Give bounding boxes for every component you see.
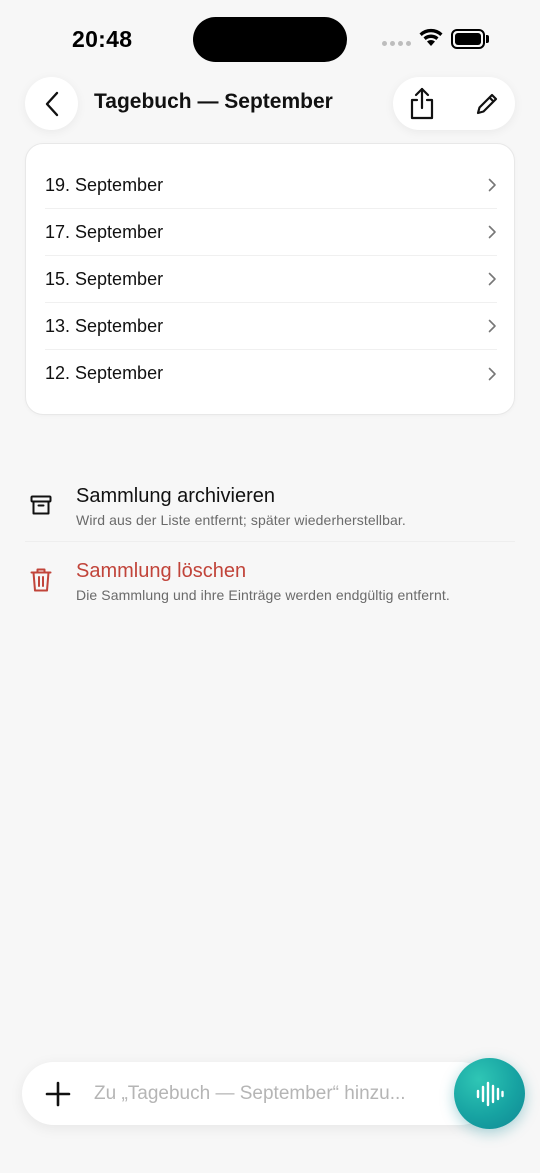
archive-title: Sammlung archivieren — [76, 485, 275, 507]
archive-collection-button[interactable]: Sammlung archivieren Wird aus der Liste … — [25, 480, 515, 542]
dynamic-island — [193, 17, 347, 62]
entry-label: 19. September — [45, 174, 164, 195]
chevron-left-icon — [45, 91, 58, 116]
pencil-icon — [476, 93, 498, 115]
status-time: 20:48 — [72, 26, 133, 52]
chevron-right-icon — [485, 178, 497, 192]
composer-bar — [22, 1062, 492, 1125]
status-bar: 20:48 — [0, 0, 540, 80]
plus-icon — [45, 1081, 71, 1107]
archive-description: Wird aus der Liste entfernt; später wied… — [76, 512, 406, 528]
delete-description: Die Sammlung und ihre Einträge werden en… — [76, 587, 450, 603]
delete-title: Sammlung löschen — [76, 560, 247, 582]
share-button[interactable] — [407, 86, 437, 121]
archive-box-icon — [29, 492, 53, 518]
back-button[interactable] — [25, 77, 78, 130]
chevron-right-icon — [485, 367, 497, 381]
chevron-right-icon — [485, 225, 497, 239]
list-item[interactable]: 17. September — [45, 209, 497, 256]
entry-label: 13. September — [45, 315, 164, 336]
list-item[interactable]: 15. September — [45, 256, 497, 303]
battery-icon — [451, 29, 489, 49]
waveform-icon — [476, 1081, 504, 1106]
list-item[interactable]: 13. September — [45, 303, 497, 350]
delete-collection-button[interactable]: Sammlung löschen Die Sammlung und ihre E… — [25, 555, 515, 615]
page-title: Tagebuch — September — [94, 90, 333, 113]
chevron-right-icon — [485, 319, 497, 333]
entry-label: 12. September — [45, 363, 164, 383]
edit-button[interactable] — [473, 90, 501, 118]
entries-card: 19. September 17. September 15. Septembe… — [25, 143, 515, 415]
voice-input-button[interactable] — [454, 1058, 525, 1129]
entry-label: 15. September — [45, 268, 164, 289]
cellular-signal-icon — [382, 41, 411, 46]
composer-input[interactable] — [94, 1078, 454, 1110]
trash-icon — [29, 567, 53, 593]
header-actions — [393, 77, 515, 130]
add-attachment-button[interactable] — [44, 1080, 72, 1108]
share-icon — [410, 87, 434, 119]
wifi-icon — [418, 27, 444, 52]
list-item[interactable]: 12. September — [45, 350, 497, 397]
list-item[interactable]: 19. September — [45, 162, 497, 209]
chevron-right-icon — [485, 272, 497, 286]
entry-label: 17. September — [45, 221, 164, 242]
entries-list: 19. September 17. September 15. Septembe… — [45, 162, 497, 397]
